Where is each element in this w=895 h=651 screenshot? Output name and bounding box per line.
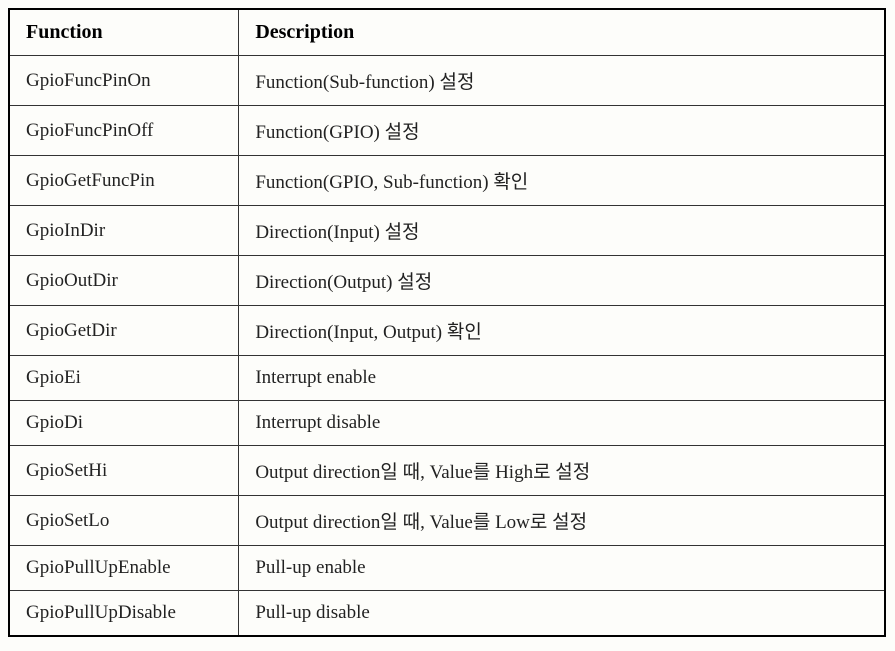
cell-description: Direction(Output) 설정 <box>239 256 885 306</box>
table-row: GpioSetLo Output direction일 때, Value를 Lo… <box>9 496 885 546</box>
table-row: GpioEi Interrupt enable <box>9 356 885 401</box>
cell-function: GpioPullUpEnable <box>9 546 239 591</box>
cell-function: GpioSetLo <box>9 496 239 546</box>
cell-function: GpioPullUpDisable <box>9 591 239 637</box>
table-row: GpioOutDir Direction(Output) 설정 <box>9 256 885 306</box>
cell-description: Direction(Input, Output) 확인 <box>239 306 885 356</box>
cell-description: Output direction일 때, Value를 High로 설정 <box>239 446 885 496</box>
table-header-row: Function Description <box>9 9 885 56</box>
cell-description: Direction(Input) 설정 <box>239 206 885 256</box>
cell-description: Output direction일 때, Value를 Low로 설정 <box>239 496 885 546</box>
cell-description: Function(GPIO, Sub-function) 확인 <box>239 156 885 206</box>
cell-function: GpioInDir <box>9 206 239 256</box>
cell-description: Function(Sub-function) 설정 <box>239 56 885 106</box>
cell-description: Interrupt enable <box>239 356 885 401</box>
cell-function: GpioSetHi <box>9 446 239 496</box>
table-row: GpioDi Interrupt disable <box>9 401 885 446</box>
table-row: GpioGetDir Direction(Input, Output) 확인 <box>9 306 885 356</box>
cell-function: GpioEi <box>9 356 239 401</box>
header-description: Description <box>239 9 885 56</box>
cell-function: GpioOutDir <box>9 256 239 306</box>
table-row: GpioSetHi Output direction일 때, Value를 Hi… <box>9 446 885 496</box>
table-row: GpioFuncPinOn Function(Sub-function) 설정 <box>9 56 885 106</box>
cell-description: Pull-up disable <box>239 591 885 637</box>
cell-function: GpioGetFuncPin <box>9 156 239 206</box>
table-row: GpioGetFuncPin Function(GPIO, Sub-functi… <box>9 156 885 206</box>
table-row: GpioInDir Direction(Input) 설정 <box>9 206 885 256</box>
header-function: Function <box>9 9 239 56</box>
table-row: GpioPullUpDisable Pull-up disable <box>9 591 885 637</box>
cell-function: GpioGetDir <box>9 306 239 356</box>
cell-function: GpioDi <box>9 401 239 446</box>
cell-description: Function(GPIO) 설정 <box>239 106 885 156</box>
gpio-function-table: Function Description GpioFuncPinOn Funct… <box>8 8 886 637</box>
table-row: GpioPullUpEnable Pull-up enable <box>9 546 885 591</box>
table-row: GpioFuncPinOff Function(GPIO) 설정 <box>9 106 885 156</box>
cell-description: Pull-up enable <box>239 546 885 591</box>
cell-function: GpioFuncPinOff <box>9 106 239 156</box>
cell-description: Interrupt disable <box>239 401 885 446</box>
cell-function: GpioFuncPinOn <box>9 56 239 106</box>
